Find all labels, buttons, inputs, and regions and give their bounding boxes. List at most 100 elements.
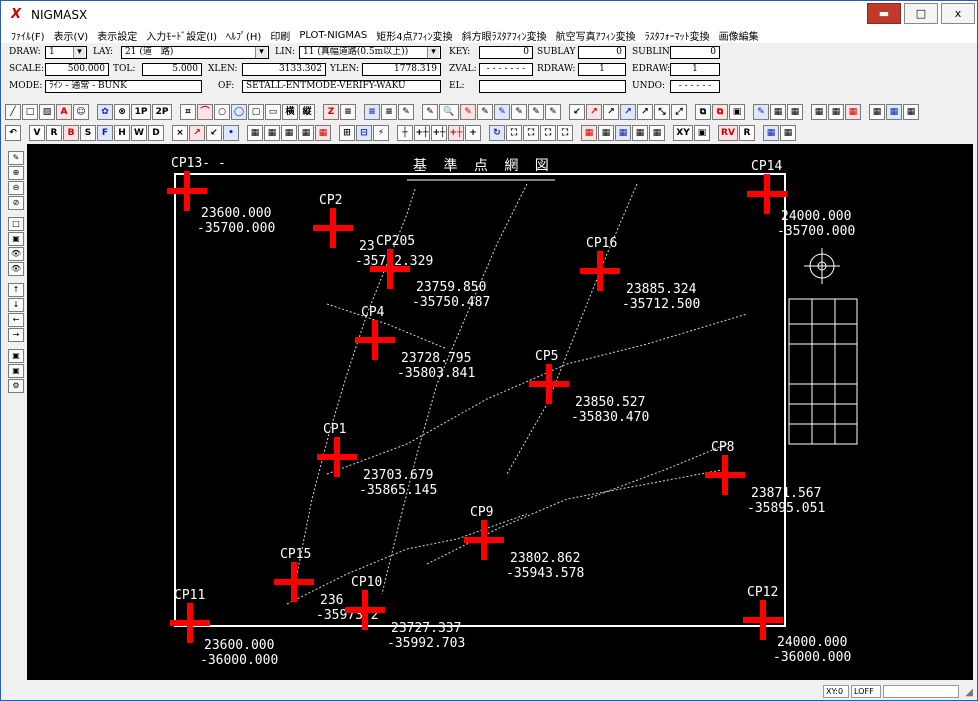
secondary-tool-button-35[interactable]: ▦ [649,125,665,141]
secondary-tool-button-13[interactable]: ▦ [247,125,263,141]
primary-tool-button-22[interactable]: ✎ [422,104,438,120]
primary-tool-button-41[interactable]: ▦ [770,104,786,120]
menu-raster-format[interactable]: ﾗｽﾀﾌｫｰﾏｯﾄ変換 [645,28,710,43]
control-point-cp10[interactable]: CP10 23727.337-35992.703 [345,575,465,651]
draw-select[interactable]: 1 [45,46,87,59]
secondary-tool-button-6[interactable]: H [114,125,130,141]
primary-tool-button-36[interactable]: ⤢ [671,104,687,120]
secondary-tool-button-28[interactable]: ⛶ [523,125,539,141]
secondary-tool-button-24[interactable]: +┼ [448,125,464,141]
control-point-cp8[interactable]: CP8 23871.567-35895.051 [705,440,825,516]
left-tool-button-12[interactable]: ▣ [8,349,24,363]
primary-tool-button-6[interactable]: ⊗ [114,104,130,120]
menu-input-mode[interactable]: 入力ﾓｰﾄﾞ設定(I) [146,28,217,43]
secondary-tool-button-30[interactable]: ⛶ [557,125,573,141]
menu-print[interactable]: 印刷 [270,28,290,43]
secondary-tool-button-14[interactable]: ▦ [264,125,280,141]
secondary-tool-button-25[interactable]: + [465,125,481,141]
menu-rect-affine[interactable]: 矩形4点ｱﾌｨﾝ変換 [376,28,452,43]
primary-tool-button-35[interactable]: ⤡ [654,104,670,120]
primary-tool-button-0[interactable]: ╱ [5,104,21,120]
secondary-tool-button-34[interactable]: ▦ [632,125,648,141]
secondary-tool-button-12[interactable]: • [223,125,239,141]
secondary-tool-button-9[interactable]: × [172,125,188,141]
control-point-cp9[interactable]: CP9 23802.862-35943.578 [464,505,584,581]
secondary-tool-button-16[interactable]: ▦ [298,125,314,141]
key-field[interactable]: 0 [479,46,533,59]
primary-tool-button-7[interactable]: 1P [131,104,151,120]
primary-tool-button-24[interactable]: ✎ [460,104,476,120]
primary-tool-button-14[interactable]: ▭ [265,104,281,120]
primary-tool-button-12[interactable]: ◯ [231,104,247,120]
secondary-tool-button-10[interactable]: ↗ [189,125,205,141]
secondary-tool-button-29[interactable]: ⛶ [540,125,556,141]
menu-grid-raster-affine[interactable]: 斜方眼ﾗｽﾀｱﾌｨﾝ変換 [462,28,547,43]
left-tool-button-13[interactable]: ▣ [8,364,24,378]
control-point-cp14[interactable]: CP14 24000.000-35700.000 [747,159,855,239]
primary-tool-button-39[interactable]: ▣ [729,104,745,120]
primary-tool-button-33[interactable]: ↗ [620,104,636,120]
of-field[interactable]: SETALL-ENTMODE-VERIFY-WAKU [242,80,441,93]
primary-tool-button-10[interactable]: ⌒ [197,104,213,120]
control-point-cp11[interactable]: CP11 23600.000-36000.000 [170,588,278,668]
secondary-tool-button-37[interactable]: ▣ [694,125,710,141]
secondary-tool-button-7[interactable]: W [131,125,147,141]
primary-tool-button-15[interactable]: 横 [282,104,298,120]
secondary-tool-button-15[interactable]: ▦ [281,125,297,141]
primary-tool-button-11[interactable]: ○ [214,104,230,120]
primary-tool-button-17[interactable]: Z [323,104,339,120]
undo-field[interactable]: - - - - - - [670,80,720,93]
zval-field[interactable]: - - - - - - - [479,63,533,76]
primary-tool-button-40[interactable]: ✎ [753,104,769,120]
menu-plot-nigmas[interactable]: PLOT-NIGMAS [299,30,367,41]
control-point-cp5[interactable]: CP5 23850.527-35830.470 [529,349,649,425]
title-bar[interactable]: X NIGMASX ▬ □ x [1,1,977,28]
left-tool-button-5[interactable]: ▣ [8,232,24,246]
primary-tool-button-5[interactable]: ✿ [97,104,113,120]
left-tool-button-2[interactable]: ⊖ [8,181,24,195]
left-tool-button-6[interactable]: 👁 [8,247,24,261]
lay-select[interactable]: 21 (道 路) [121,46,269,59]
secondary-tool-button-4[interactable]: S [80,125,96,141]
control-point-cp1[interactable]: CP1 23703.679-35865.145 [317,422,437,498]
sublin-field[interactable]: 0 [670,46,720,59]
secondary-tool-button-8[interactable]: D [148,125,164,141]
primary-tool-button-34[interactable]: ↗ [637,104,653,120]
primary-tool-button-47[interactable]: ▦ [886,104,902,120]
xlen-field[interactable]: 3133.302 [242,63,326,76]
left-tool-button-10[interactable]: ← [8,313,24,327]
primary-tool-button-31[interactable]: ↗ [586,104,602,120]
secondary-tool-button-26[interactable]: ↻ [489,125,505,141]
secondary-tool-button-38[interactable]: RV [718,125,738,141]
secondary-tool-button-3[interactable]: B [63,125,79,141]
secondary-tool-button-31[interactable]: ▦ [581,125,597,141]
ylen-field[interactable]: 1778.319 [362,63,441,76]
primary-tool-button-20[interactable]: ≡ [381,104,397,120]
secondary-tool-button-21[interactable]: ┼ [397,125,413,141]
secondary-tool-button-2[interactable]: R [46,125,62,141]
rdraw-field[interactable]: 1 [578,63,626,76]
primary-tool-button-26[interactable]: ✎ [494,104,510,120]
menu-view[interactable]: 表示(V) [54,28,89,43]
secondary-tool-button-39[interactable]: R [739,125,755,141]
left-tool-button-0[interactable]: ✎ [8,151,24,165]
primary-tool-button-43[interactable]: ▦ [811,104,827,120]
primary-tool-button-45[interactable]: ▦ [845,104,861,120]
primary-tool-button-38[interactable]: ⧉ [712,104,728,120]
primary-tool-button-18[interactable]: ≡ [340,104,356,120]
primary-tool-button-46[interactable]: ▦ [869,104,885,120]
secondary-tool-button-5[interactable]: F [97,125,113,141]
primary-tool-button-21[interactable]: ✎ [398,104,414,120]
primary-tool-button-48[interactable]: ▦ [903,104,919,120]
secondary-tool-button-27[interactable]: ⛶ [506,125,522,141]
minimize-button[interactable]: ▬ [867,3,901,24]
primary-tool-button-27[interactable]: ✎ [511,104,527,120]
primary-tool-button-13[interactable]: ▢ [248,104,264,120]
secondary-tool-button-18[interactable]: ⊞ [339,125,355,141]
secondary-tool-button-22[interactable]: +┼ [414,125,430,141]
secondary-tool-button-23[interactable]: +┼ [431,125,447,141]
maximize-button[interactable]: □ [904,3,938,24]
primary-tool-button-19[interactable]: ≡ [364,104,380,120]
menu-display-settings[interactable]: 表示設定 [97,28,137,43]
left-tool-button-9[interactable]: ↓ [8,298,24,312]
